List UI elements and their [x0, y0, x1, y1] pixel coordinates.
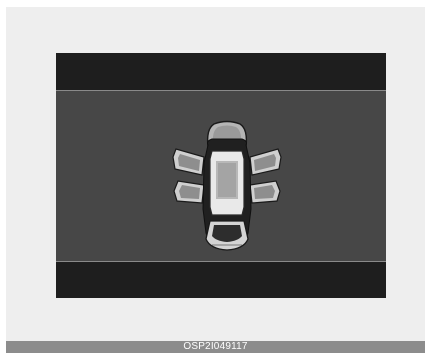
- display-top-bar: [56, 53, 386, 90]
- car-top-view-all-doors-open-icon: [172, 120, 282, 251]
- image-code-caption: OSP2I049117: [6, 341, 425, 353]
- cluster-display: [56, 53, 386, 298]
- display-top-divider: [56, 90, 386, 91]
- illustration-frame: [6, 7, 425, 341]
- display-bottom-bar: [56, 262, 386, 298]
